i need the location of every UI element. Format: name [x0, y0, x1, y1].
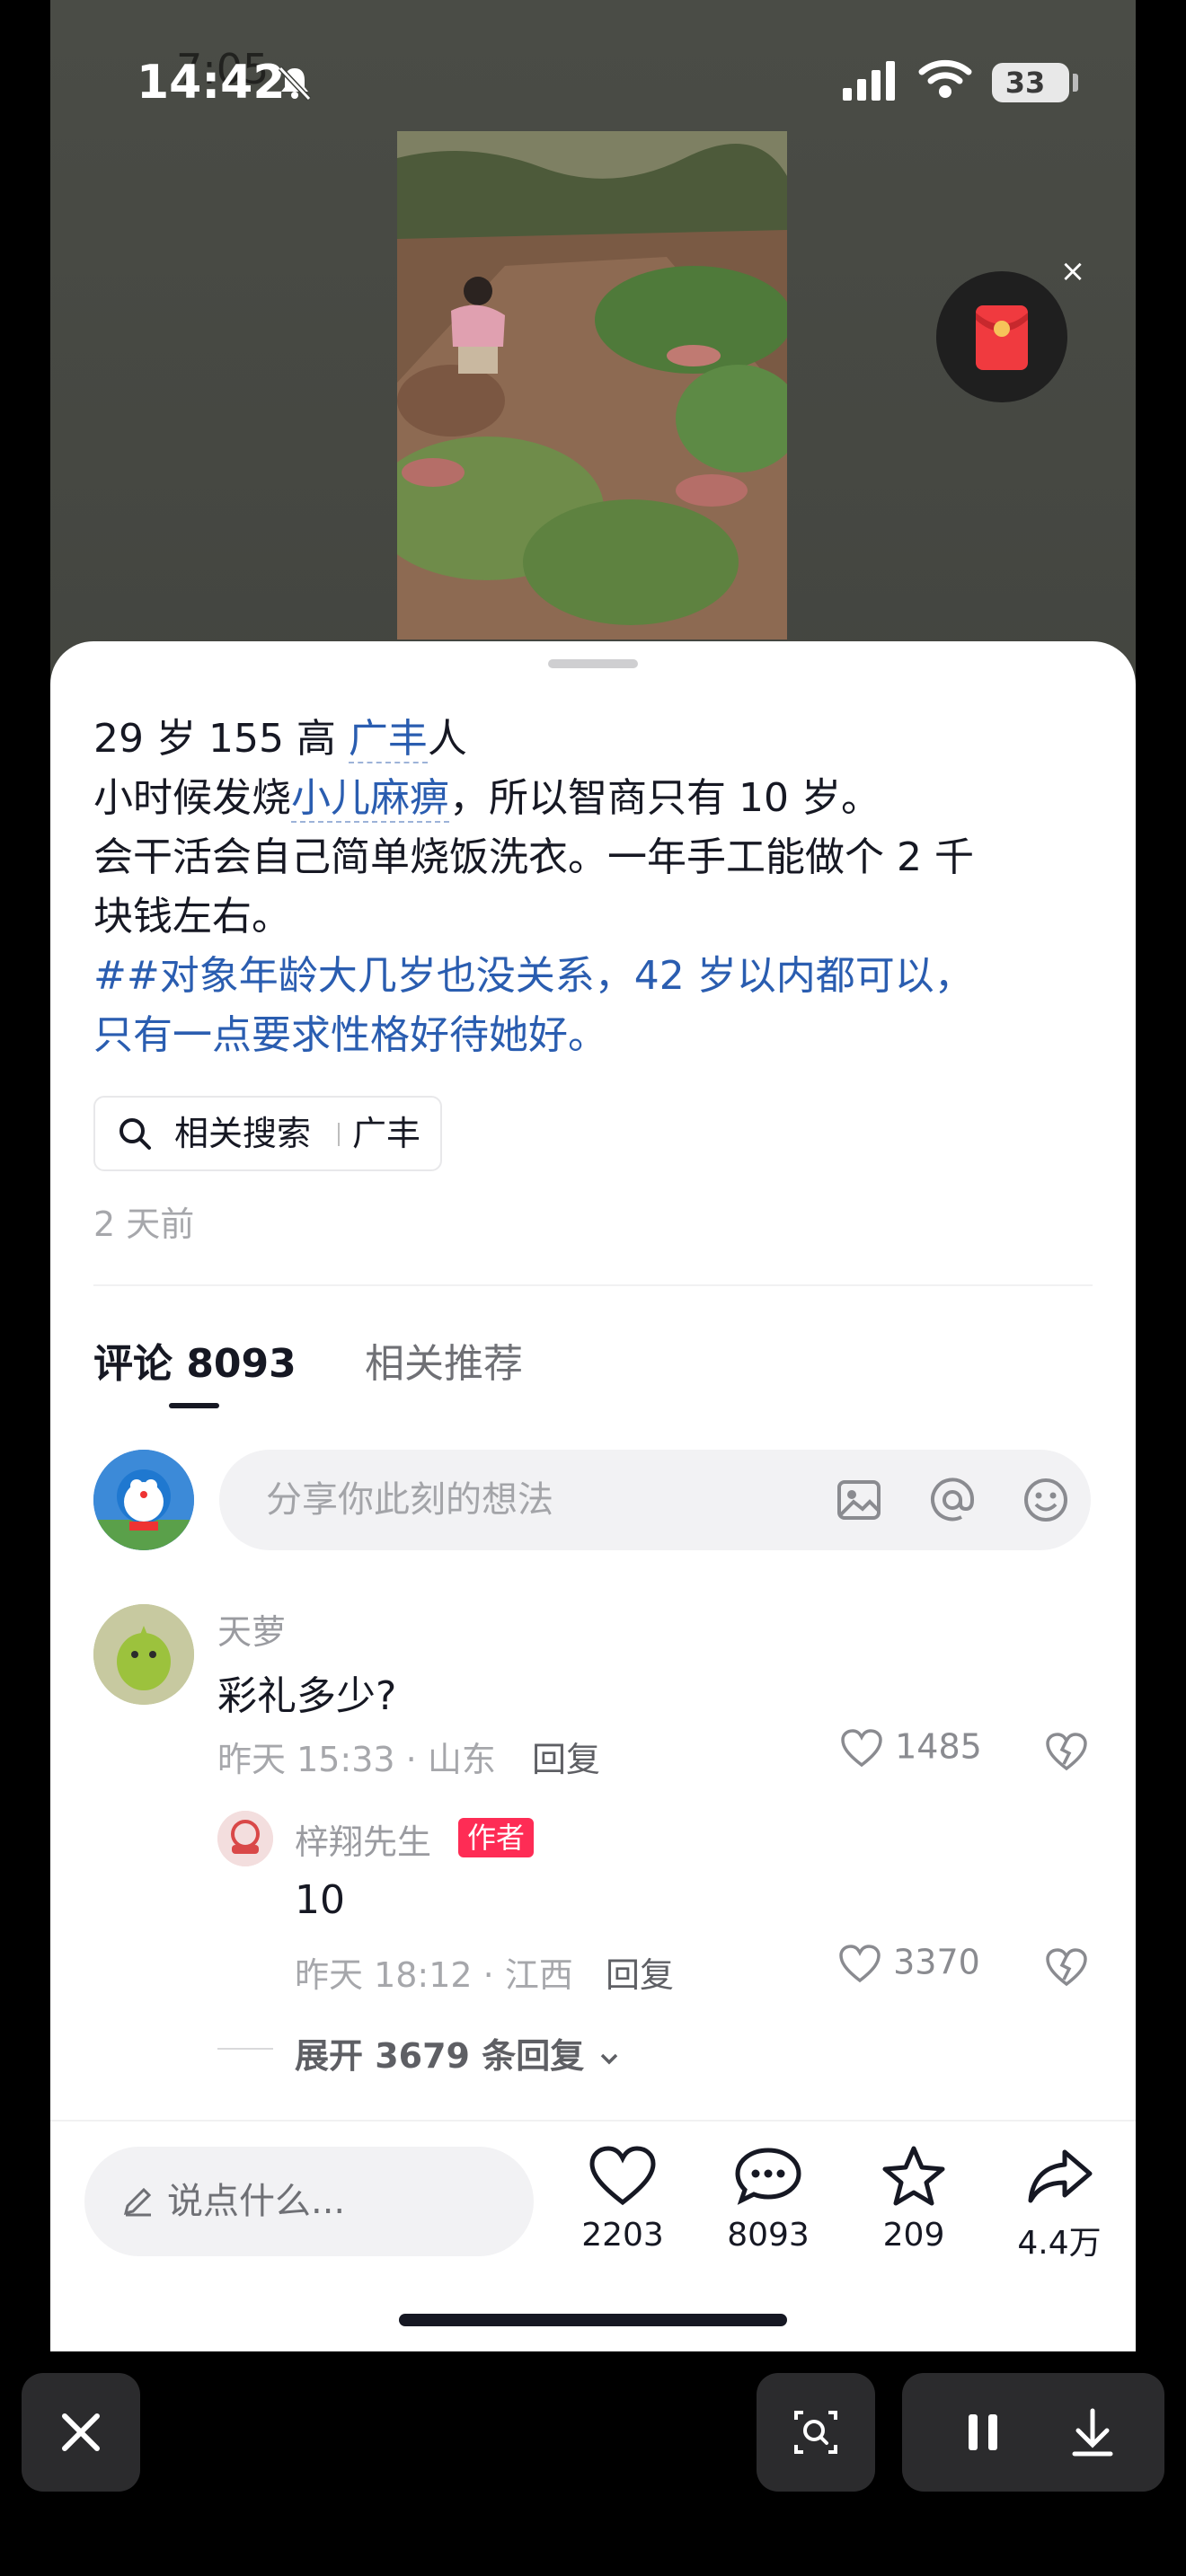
reply-button[interactable]: 回复: [532, 1732, 600, 1781]
scan-search-icon: [794, 2411, 837, 2454]
like-count: 2203: [581, 2217, 664, 2254]
close-icon[interactable]: ×: [1055, 253, 1091, 289]
pencil-icon: [123, 2187, 152, 2217]
close-icon: [62, 2413, 100, 2451]
green-creature-avatar-icon: [93, 1604, 194, 1705]
divider: [50, 2120, 1136, 2122]
comment-like-count: 1485: [895, 1726, 982, 1767]
related-search-label: 相关搜索: [174, 1114, 312, 1153]
avatar[interactable]: [93, 1604, 194, 1705]
home-indicator: [399, 2314, 787, 2326]
post-description-line-2: 小时候发烧小儿麻痹，所以智商只有 10 岁。: [93, 769, 881, 828]
broken-heart-icon: [1046, 1733, 1087, 1771]
video-preview[interactable]: [397, 131, 787, 640]
favorite-button[interactable]: 209: [855, 2145, 972, 2254]
keyword-link[interactable]: 小儿麻痹: [291, 775, 449, 823]
tab-related[interactable]: 相关推荐: [365, 1331, 523, 1389]
mention-icon[interactable]: [927, 1475, 978, 1525]
heart-icon: [589, 2146, 656, 2206]
comment-input[interactable]: 分享你此刻的想法: [219, 1450, 1091, 1550]
battery-level: 33: [1005, 66, 1046, 100]
description-text: 29 岁 155 高: [93, 716, 349, 762]
dislike-button[interactable]: [1044, 1945, 1089, 1990]
reply-text: 10: [295, 1877, 345, 1923]
divider: [93, 1284, 1093, 1286]
comment-bubble-icon: [735, 2148, 801, 2205]
wifi-icon: [918, 59, 972, 98]
tab-comments[interactable]: 评论 8093: [93, 1331, 296, 1389]
comment-count: 8093: [727, 2217, 810, 2254]
related-search-chip[interactable]: 相关搜索 广丰: [93, 1096, 442, 1171]
avatar[interactable]: [217, 1811, 273, 1866]
location-link[interactable]: 广丰: [348, 716, 428, 763]
comment-text: 彩礼多少?: [217, 1673, 397, 1719]
star-icon: [882, 2146, 945, 2206]
status-bar: 7:05 14:42 33: [50, 0, 1136, 144]
pause-icon[interactable]: [938, 2373, 1028, 2492]
expand-replies-label: 展开 3679 条回复: [295, 2036, 585, 2076]
status-time: 14:42: [137, 56, 286, 110]
chip-separator: [338, 1123, 340, 1146]
like-button[interactable]: 2203: [564, 2145, 681, 2254]
close-button[interactable]: [22, 2373, 140, 2492]
comment-like-button[interactable]: 1485: [839, 1726, 982, 1771]
say-something-placeholder: 说点什么...: [167, 2181, 346, 2222]
heart-outline-icon: [841, 1729, 882, 1768]
chevron-down-icon: [601, 2053, 618, 2064]
heart-outline-icon: [839, 1945, 881, 1983]
reply-username[interactable]: 梓翔先生: [295, 1814, 431, 1864]
related-search-term: 广丰: [352, 1114, 421, 1153]
say-something-input[interactable]: 说点什么...: [84, 2147, 534, 2256]
download-icon[interactable]: [1048, 2373, 1137, 2492]
silent-bell-icon: [278, 66, 312, 101]
reply-button[interactable]: 回复: [606, 1947, 674, 1997]
comment-username[interactable]: 天萝: [217, 1604, 286, 1654]
doraemon-avatar-icon: [93, 1450, 194, 1550]
reply-meta: 昨天 18:12 · 江西: [295, 1955, 573, 1995]
hashtag-link[interactable]: ##对象年龄大几岁也没关系，42 岁以内都可以，: [93, 947, 974, 1006]
share-button[interactable]: 4.4万: [1001, 2145, 1118, 2263]
overlay-toolbar: [0, 2351, 1186, 2576]
author-badge: 作者: [458, 1818, 535, 1857]
description-text: 人: [427, 716, 467, 762]
dislike-button[interactable]: [1044, 1730, 1089, 1775]
post-description-line-1: 29 岁 155 高 广丰人: [93, 710, 467, 769]
expand-divider: [217, 2048, 273, 2050]
comment-placeholder: 分享你此刻的想法: [266, 1479, 553, 1521]
comment-button[interactable]: 8093: [710, 2145, 827, 2254]
comment-meta: 昨天 15:33 · 山东: [217, 1740, 496, 1779]
image-icon[interactable]: [834, 1475, 884, 1525]
expand-replies-button[interactable]: 展开 3679 条回复: [295, 2028, 623, 2078]
phone-screen: 7:05 14:42 33 × 29 岁 155 高 广丰人 小时候发烧小儿麻痹…: [50, 0, 1136, 2351]
media-controls: [902, 2373, 1164, 2492]
hashtag-link-continued[interactable]: 只有一点要求性格好待她好。: [93, 1006, 607, 1065]
description-text: 小时候发烧: [93, 775, 291, 821]
reply-like-count: 3370: [893, 1942, 980, 1982]
red-packet-button[interactable]: [936, 271, 1067, 402]
post-description-line-3: 会干活会自己简单烧饭洗衣。一年手工能做个 2 千: [93, 834, 974, 880]
cellular-signal-icon: [843, 61, 895, 101]
share-count: 4.4万: [1017, 2225, 1102, 2262]
active-tab-indicator: [169, 1403, 219, 1408]
post-description-line-4: 块钱左右。: [93, 894, 291, 940]
red-packet-icon: [976, 305, 1028, 370]
comment-sheet: 29 岁 155 高 广丰人 小时候发烧小儿麻痹，所以智商只有 10 岁。 会干…: [50, 641, 1136, 2351]
battery-nub: [1073, 74, 1078, 92]
share-arrow-icon: [1028, 2149, 1093, 2203]
reply-like-button[interactable]: 3370: [837, 1942, 980, 1987]
post-time: 2 天前: [93, 1204, 195, 1244]
search-icon: [119, 1118, 151, 1150]
emoji-icon[interactable]: [1021, 1475, 1071, 1525]
battery-icon: 33: [992, 63, 1069, 102]
avatar[interactable]: [93, 1450, 194, 1550]
favorite-count: 209: [882, 2217, 945, 2254]
author-logo-avatar-icon: [217, 1811, 273, 1866]
broken-heart-icon: [1046, 1948, 1087, 1987]
visual-search-button[interactable]: [757, 2373, 875, 2492]
drag-handle[interactable]: [548, 659, 638, 668]
description-text: ，所以智商只有 10 岁。: [449, 775, 881, 821]
